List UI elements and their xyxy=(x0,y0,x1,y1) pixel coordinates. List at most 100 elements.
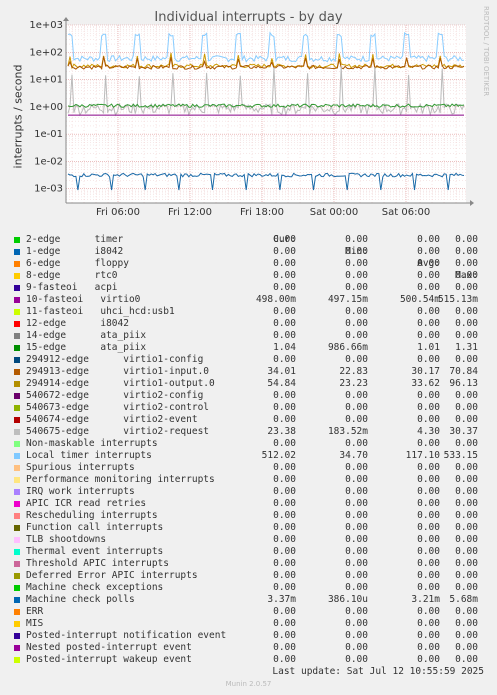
legend-max-value: 70.84 xyxy=(449,366,478,377)
legend-max-value: 0.00 xyxy=(455,606,478,617)
legend-label: Non-maskable interrupts xyxy=(26,438,158,449)
legend-min-value: 0.00 xyxy=(345,558,368,569)
legend-cur-value: 0.00 xyxy=(273,570,296,581)
legend-swatch xyxy=(14,537,20,543)
legend-cur-value: 0.00 xyxy=(273,438,296,449)
legend-max-value: 0.00 xyxy=(455,246,478,257)
legend-swatch xyxy=(14,633,20,639)
legend-row: TLB shootdowns 0.00 0.00 0.00 0.00 xyxy=(12,534,492,546)
legend-cur-value: 0.00 xyxy=(273,618,296,629)
legend-swatch xyxy=(14,621,20,627)
legend-cur-value: 498.00m xyxy=(255,294,296,305)
legend-min-value: 22.83 xyxy=(339,366,368,377)
legend-label: 294912-edge virtio1-config xyxy=(26,354,204,365)
legend-min-value: 0.00 xyxy=(345,570,368,581)
legend-max-value: 0.00 xyxy=(455,618,478,629)
legend-min-value: 0.00 xyxy=(345,474,368,485)
legend-cur-value: 54.84 xyxy=(267,378,296,389)
legend-swatch xyxy=(14,381,20,387)
legend-swatch xyxy=(14,285,20,291)
legend-max-value: 30.37 xyxy=(449,426,478,437)
legend-min-value: 0.00 xyxy=(345,282,368,293)
legend-swatch xyxy=(14,585,20,591)
legend-label: IRQ work interrupts xyxy=(26,486,135,497)
legend-swatch xyxy=(14,549,20,555)
legend-cur-value: 1.04 xyxy=(273,342,296,353)
legend-row: 540672-edge virtio2-config 0.00 0.00 0.00 0.… xyxy=(12,390,492,402)
legend-table: Cur: Min: Avg: Max: 2-edge timer 0.00 0.00… xyxy=(12,222,492,666)
legend-max-value: 0.00 xyxy=(455,282,478,293)
legend-max-value: 0.00 xyxy=(455,474,478,485)
legend-label: Rescheduling interrupts xyxy=(26,510,158,521)
legend-max-value: 0.00 xyxy=(455,558,478,569)
legend-max-value: 0.00 xyxy=(455,510,478,521)
legend-max-value: 0.00 xyxy=(455,654,478,665)
legend-label: Local timer interrupts xyxy=(26,450,152,461)
y-tick-label: 1e-01 xyxy=(34,129,63,140)
legend-row: 1-edge i8042 0.00 0.00 0.00 0.00 xyxy=(12,246,492,258)
legend-min-value: 986.66m xyxy=(327,342,368,353)
legend-cur-value: 34.01 xyxy=(267,366,296,377)
legend-row: Spurious interrupts 0.00 0.00 0.00 0.00 xyxy=(12,462,492,474)
legend-min-value: 0.00 xyxy=(345,390,368,401)
legend-max-value: 0.00 xyxy=(455,258,478,269)
legend-label: APIC ICR read retries xyxy=(26,498,147,509)
legend-max-value: 0.00 xyxy=(455,270,478,281)
legend-min-value: 497.15m xyxy=(327,294,368,305)
legend-min-value: 0.00 xyxy=(345,642,368,653)
legend-swatch xyxy=(14,369,20,375)
legend-swatch xyxy=(14,273,20,279)
legend-min-value: 0.00 xyxy=(345,330,368,341)
legend-row: APIC ICR read retries 0.00 0.00 0.00 0.00 xyxy=(12,498,492,510)
legend-label: Machine check polls xyxy=(26,594,135,605)
legend-row: ERR 0.00 0.00 0.00 0.00 xyxy=(12,606,492,618)
last-update: Last update: Sat Jul 12 10:55:59 2025 xyxy=(272,666,484,677)
legend-min-value: 34.70 xyxy=(339,450,368,461)
legend-label: 10-fasteoi virtio0 xyxy=(26,294,141,305)
legend-row: 540673-edge virtio2-control 0.00 0.00 0.00 0… xyxy=(12,402,492,414)
legend-label: 12-edge i8042 xyxy=(26,318,129,329)
y-tick-label: 1e-02 xyxy=(34,156,63,167)
legend-row: 294912-edge virtio1-config 0.00 0.00 0.00 0.… xyxy=(12,354,492,366)
legend-cur-value: 0.00 xyxy=(273,234,296,245)
legend-swatch xyxy=(14,321,20,327)
legend-row: Threshold APIC interrupts 0.00 0.00 0.00 0.0… xyxy=(12,558,492,570)
legend-cur-value: 0.00 xyxy=(273,474,296,485)
y-tick-label: 1e+01 xyxy=(29,75,63,86)
legend-swatch xyxy=(14,561,20,567)
x-tick-label: Fri 18:00 xyxy=(240,207,284,218)
legend-max-value: 0.00 xyxy=(455,534,478,545)
legend-row: 9-fasteoi acpi 0.00 0.00 0.00 0.00 xyxy=(12,282,492,294)
legend-swatch xyxy=(14,297,20,303)
legend-swatch xyxy=(14,417,20,423)
legend-swatch xyxy=(14,429,20,435)
legend-label: 9-fasteoi acpi xyxy=(26,282,118,293)
legend-row: Non-maskable interrupts 0.00 0.00 0.00 0.00 xyxy=(12,438,492,450)
legend-label: 540674-edge virtio2-event xyxy=(26,414,198,425)
legend-row: 11-fasteoi uhci_hcd:usb1 0.00 0.00 0.00 0.00 xyxy=(12,306,492,318)
legend-cur-value: 0.00 xyxy=(273,354,296,365)
legend-cur-value: 0.00 xyxy=(273,558,296,569)
legend-swatch xyxy=(14,261,20,267)
legend-label: 540673-edge virtio2-control xyxy=(26,402,210,413)
legend-row: Machine check exceptions 0.00 0.00 0.00 0.00 xyxy=(12,582,492,594)
legend-max-value: 0.00 xyxy=(455,414,478,425)
legend-row: 8-edge rtc0 0.00 0.00 0.00 0.00 xyxy=(12,270,492,282)
legend-cur-value: 0.00 xyxy=(273,510,296,521)
legend-min-value: 0.00 xyxy=(345,522,368,533)
legend-label: Thermal event interrupts xyxy=(26,546,164,557)
legend-row: 6-edge floppy 0.00 0.00 0.00 0.00 xyxy=(12,258,492,270)
x-tick-label: Fri 06:00 xyxy=(96,207,140,218)
y-axis-arrow xyxy=(63,17,69,21)
legend-row: 10-fasteoi virtio0 498.00m 497.15m 500.54m 5… xyxy=(12,294,492,306)
legend-row: 15-edge ata_piix 1.04 986.66m 1.01 1.31 xyxy=(12,342,492,354)
legend-row: 294914-edge virtio1-output.0 54.84 23.23 33… xyxy=(12,378,492,390)
legend-min-value: 0.00 xyxy=(345,414,368,425)
legend-cur-value: 23.38 xyxy=(267,426,296,437)
legend-cur-value: 0.00 xyxy=(273,654,296,665)
legend-max-value: 0.00 xyxy=(455,546,478,557)
legend-label: Machine check exceptions xyxy=(26,582,164,593)
legend-min-value: 0.00 xyxy=(345,654,368,665)
legend-cur-value: 512.02 xyxy=(261,450,296,461)
legend-swatch xyxy=(14,309,20,315)
